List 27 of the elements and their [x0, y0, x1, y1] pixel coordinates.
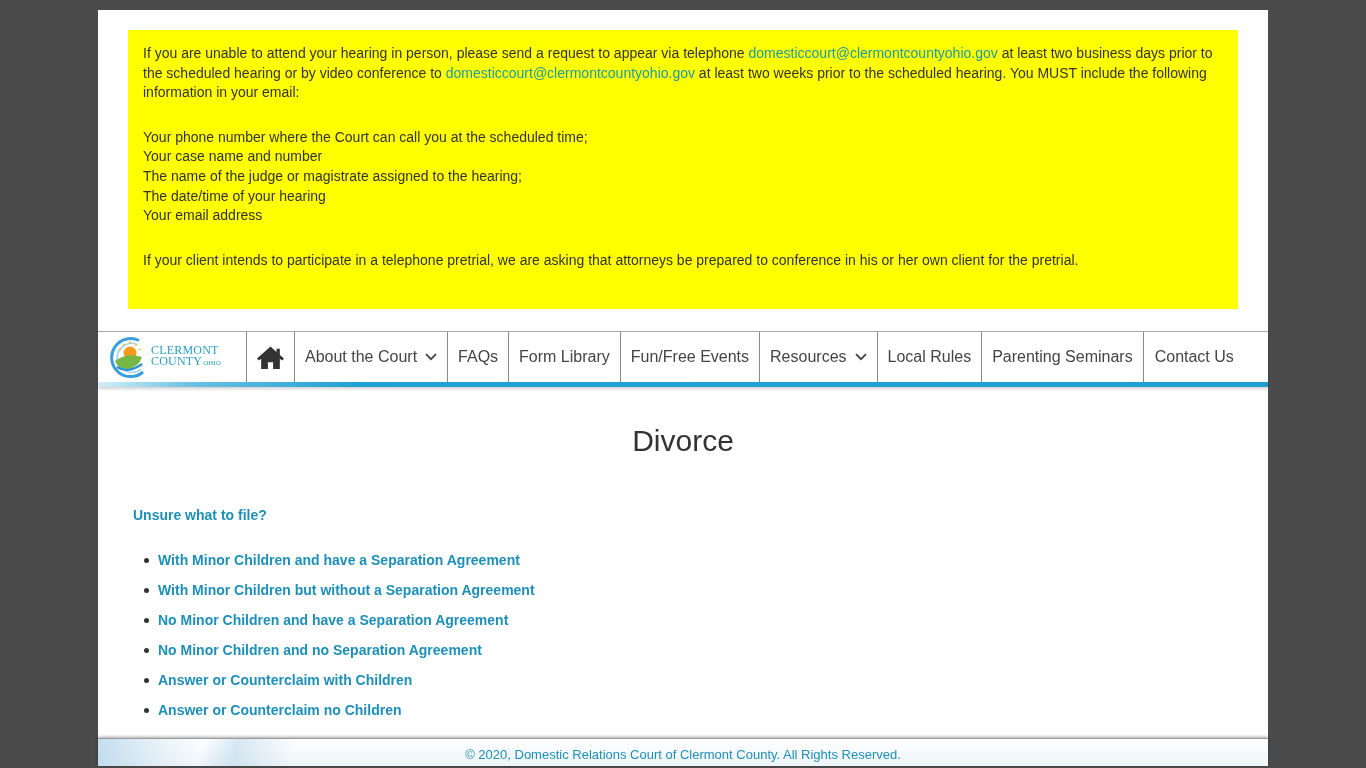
form-link[interactable]: No Minor Children and have a Separation Agreement: [158, 610, 509, 631]
requirement-line: Your case name and number: [143, 147, 324, 167]
page-title: Divorce: [631, 423, 735, 460]
requirement-line: The name of the judge or magistrate assigned to the hearing;: [143, 166, 523, 186]
requirement-line: The date/time of your hearing: [143, 186, 327, 206]
logo-text: CLERMONT: [151, 345, 220, 357]
form-link[interactable]: Answer or Counterclaim no Children: [158, 700, 402, 721]
requirement-line: Your email address: [143, 206, 264, 226]
form-link[interactable]: With Minor Children and have a Separation Agreement: [158, 550, 520, 571]
bullet-icon: [144, 677, 149, 683]
form-link[interactable]: Answer or Counterclaim with Children: [158, 670, 413, 691]
bullet-icon: [144, 587, 149, 593]
form-link[interactable]: With Minor Children but without a Separation Agreement: [158, 580, 535, 601]
notice-paragraph: If your client intends to participate in a telephone pretrial, we are asking that attorneys be prepared to conference in his or her own client for the pretrial.: [143, 250, 1080, 270]
copyright-text: © 2020, Domestic Relations Court of Clermont County. All Rights Reserved.: [465, 747, 901, 763]
email-link[interactable]: domesticcourt@clermontcountyohio.gov: [445, 64, 695, 81]
notice-paragraph: If you are unable to attend your hearing in person, please send a request to appear via telephone domesticcourt@clermontcountyohio.gov at least two business days prior to the scheduled hearing or by video conference to domesticcourt@clermontcountyohio.gov at least two weeks prior to the scheduled hearing. You MUST include the following information in your email:: [143, 44, 1214, 103]
bullet-icon: [144, 707, 149, 713]
email-link[interactable]: domesticcourt@clermontcountyohio.gov: [748, 45, 998, 61]
bullet-icon: [144, 617, 149, 623]
logo-text: COUNTY: [151, 356, 203, 368]
home-icon: [257, 345, 284, 369]
bullet-icon: [144, 557, 149, 563]
bullet-icon: [144, 647, 149, 653]
requirement-line: Your phone number where the Court can call you at the scheduled time;: [143, 127, 589, 147]
form-link[interactable]: No Minor Children and no Separation Agreement: [158, 640, 482, 661]
section-heading: Unsure what to file?: [133, 506, 267, 526]
